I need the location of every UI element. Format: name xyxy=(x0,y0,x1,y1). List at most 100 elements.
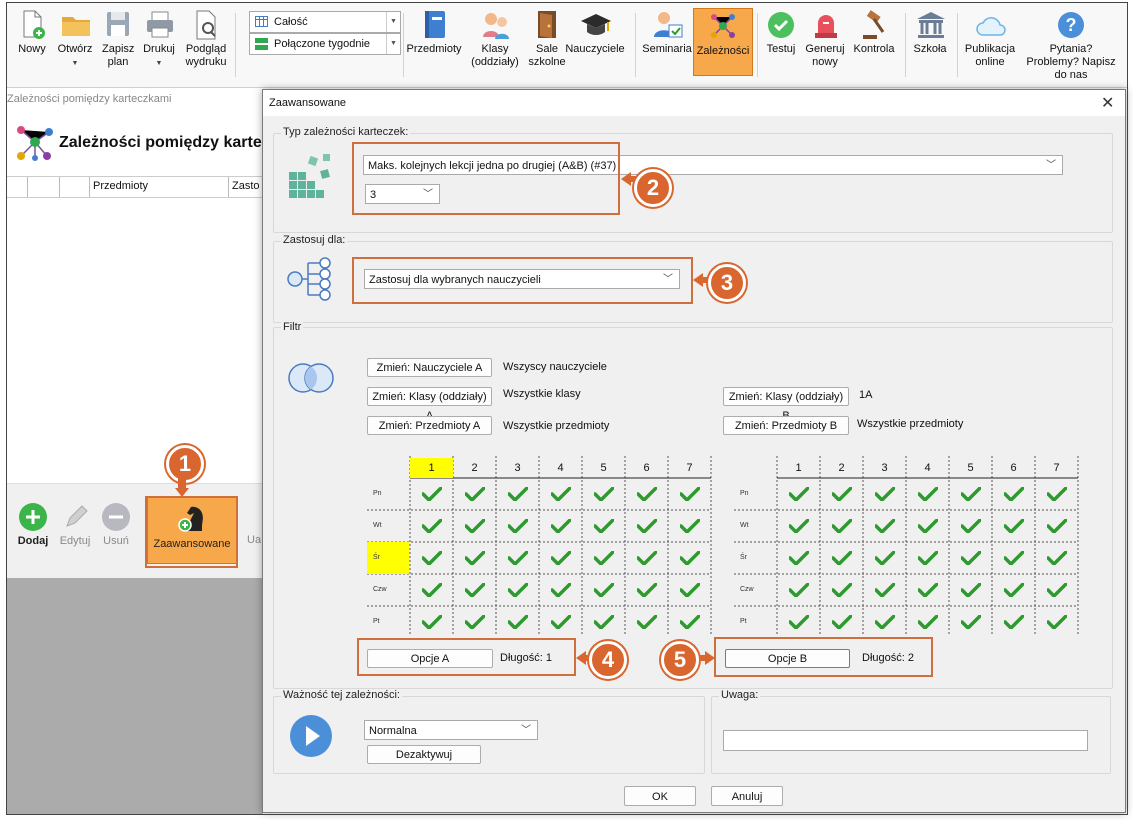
grid-period-header[interactable]: 4 xyxy=(539,458,582,478)
change-subjects-b-button[interactable]: Zmień: Przedmioty B xyxy=(723,416,849,435)
check-icon[interactable] xyxy=(1047,487,1067,501)
check-icon[interactable] xyxy=(422,615,442,629)
check-icon[interactable] xyxy=(508,519,528,533)
check-icon[interactable] xyxy=(961,487,981,501)
check-icon[interactable] xyxy=(918,487,938,501)
check-icon[interactable] xyxy=(551,615,571,629)
check-icon[interactable] xyxy=(832,487,852,501)
grid-day-label[interactable]: Czw xyxy=(734,574,776,606)
grid-day-label[interactable]: Wt xyxy=(367,510,409,542)
grid-period-header[interactable]: 7 xyxy=(668,458,711,478)
scope-select[interactable]: Całość ▼ xyxy=(249,11,401,33)
close-icon[interactable]: ✕ xyxy=(1101,93,1114,113)
check-icon[interactable] xyxy=(918,551,938,565)
grid-day-label[interactable]: Wt xyxy=(734,510,776,542)
note-input[interactable] xyxy=(723,730,1088,751)
grid-period-header[interactable]: 5 xyxy=(582,458,625,478)
check-icon[interactable] xyxy=(1047,551,1067,565)
grid-period-header[interactable]: 6 xyxy=(992,458,1035,478)
toolbar-button-new[interactable]: Nowy xyxy=(15,9,49,56)
grid-period-header[interactable]: 1 xyxy=(410,458,453,478)
grid-period-header[interactable]: 5 xyxy=(949,458,992,478)
check-icon[interactable] xyxy=(875,487,895,501)
grid-day-label[interactable]: Śr xyxy=(734,542,776,574)
check-icon[interactable] xyxy=(637,615,657,629)
check-icon[interactable] xyxy=(508,551,528,565)
check-icon[interactable] xyxy=(680,519,700,533)
grid-day-label[interactable]: Pt xyxy=(734,606,776,638)
toolbar-button-save[interactable]: Zapisz plan xyxy=(99,9,137,69)
grid-period-header[interactable]: 3 xyxy=(863,458,906,478)
check-icon[interactable] xyxy=(961,519,981,533)
add-button[interactable]: Dodaj xyxy=(13,502,53,547)
check-icon[interactable] xyxy=(832,519,852,533)
toolbar-button-school[interactable]: Szkoła xyxy=(909,9,951,56)
check-icon[interactable] xyxy=(1004,487,1024,501)
check-icon[interactable] xyxy=(551,551,571,565)
check-icon[interactable] xyxy=(422,583,442,597)
check-icon[interactable] xyxy=(594,615,614,629)
check-icon[interactable] xyxy=(551,583,571,597)
grid-day-label[interactable]: Śr xyxy=(367,542,409,574)
check-icon[interactable] xyxy=(465,615,485,629)
check-icon[interactable] xyxy=(961,551,981,565)
toolbar-button-classes[interactable]: Klasy (oddziały) xyxy=(467,9,523,69)
check-icon[interactable] xyxy=(918,583,938,597)
check-icon[interactable] xyxy=(594,519,614,533)
check-icon[interactable] xyxy=(465,519,485,533)
grid-period-header[interactable]: 3 xyxy=(496,458,539,478)
check-icon[interactable] xyxy=(875,519,895,533)
check-icon[interactable] xyxy=(875,551,895,565)
check-icon[interactable] xyxy=(508,583,528,597)
time-grid-b[interactable]: 1 2 3 4 5 6 7 Pn Wt Śr Czw Pt xyxy=(734,456,1080,636)
check-icon[interactable] xyxy=(961,583,981,597)
cancel-button[interactable]: Anuluj xyxy=(711,786,783,806)
check-icon[interactable] xyxy=(789,487,809,501)
toolbar-button-open[interactable]: Otwórz ▼ xyxy=(55,9,95,70)
check-icon[interactable] xyxy=(637,583,657,597)
check-icon[interactable] xyxy=(680,583,700,597)
toolbar-button-seminars[interactable]: Seminaria xyxy=(639,9,695,56)
grid-period-header[interactable]: 1 xyxy=(777,458,820,478)
check-icon[interactable] xyxy=(637,551,657,565)
toolbar-button-subjects[interactable]: Przedmioty xyxy=(405,9,463,56)
toolbar-button-preview[interactable]: Podgląd wydruku xyxy=(181,9,231,69)
grid-period-header[interactable]: 4 xyxy=(906,458,949,478)
check-icon[interactable] xyxy=(875,583,895,597)
grid-period-header[interactable]: 2 xyxy=(453,458,496,478)
check-icon[interactable] xyxy=(961,615,981,629)
toolbar-button-generate[interactable]: Generuj nowy xyxy=(803,9,847,69)
other-button-label[interactable]: Ua xyxy=(247,534,261,546)
weight-select[interactable]: Normalna ﹀ xyxy=(364,720,538,740)
check-icon[interactable] xyxy=(422,519,442,533)
grid-day-label[interactable]: Pn xyxy=(734,478,776,510)
check-icon[interactable] xyxy=(832,583,852,597)
check-icon[interactable] xyxy=(637,519,657,533)
grid-day-label[interactable]: Pn xyxy=(367,478,409,510)
check-icon[interactable] xyxy=(1047,519,1067,533)
check-icon[interactable] xyxy=(832,551,852,565)
check-icon[interactable] xyxy=(789,615,809,629)
grid-period-header[interactable]: 7 xyxy=(1035,458,1078,478)
change-teachers-a-button[interactable]: Zmień: Nauczyciele A xyxy=(367,358,492,377)
check-icon[interactable] xyxy=(422,487,442,501)
check-icon[interactable] xyxy=(594,551,614,565)
deactivate-button[interactable]: Dezaktywuj xyxy=(367,745,481,764)
change-classes-b-button[interactable]: Zmień: Klasy (oddziały) B xyxy=(723,387,849,422)
column-header-subjects[interactable]: Przedmioty xyxy=(93,180,148,192)
check-icon[interactable] xyxy=(918,519,938,533)
week-select[interactable]: Połączone tygodnie ▼ xyxy=(249,33,401,55)
column-header-apply[interactable]: Zasto xyxy=(232,180,260,192)
change-subjects-a-button[interactable]: Zmień: Przedmioty A xyxy=(367,416,492,435)
check-icon[interactable] xyxy=(551,519,571,533)
check-icon[interactable] xyxy=(508,487,528,501)
check-icon[interactable] xyxy=(594,583,614,597)
toolbar-button-test[interactable]: Testuj xyxy=(763,9,799,56)
check-icon[interactable] xyxy=(789,551,809,565)
toolbar-button-teachers[interactable]: Nauczyciele xyxy=(563,9,627,56)
delete-button[interactable]: Usuń xyxy=(97,502,135,547)
time-grid-a[interactable]: 1 2 3 4 5 6 7 Pn Wt Śr Czw Pt xyxy=(367,456,713,636)
check-icon[interactable] xyxy=(1004,615,1024,629)
check-icon[interactable] xyxy=(465,583,485,597)
check-icon[interactable] xyxy=(465,551,485,565)
